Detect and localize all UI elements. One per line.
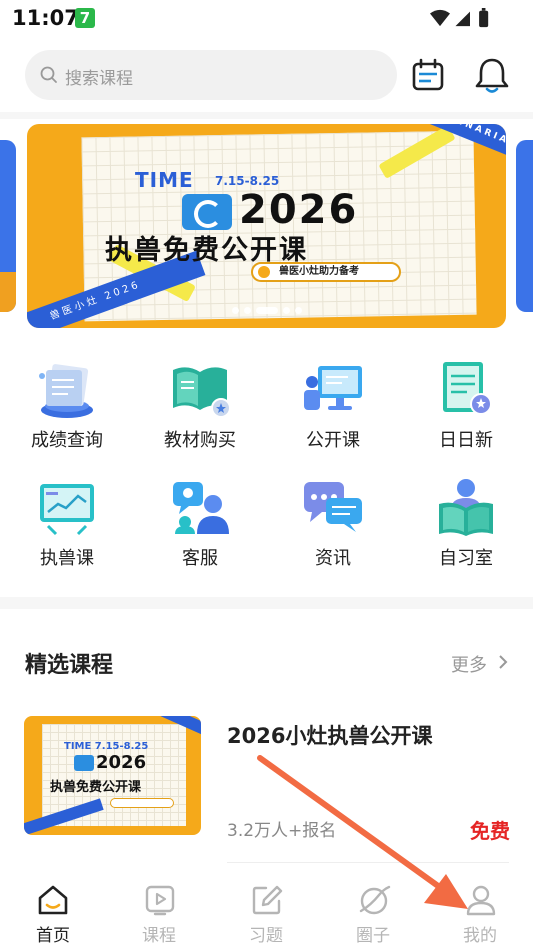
status-icons [430, 8, 489, 28]
home-icon [38, 885, 68, 915]
grid-item-vet-course[interactable]: 执兽课 [12, 470, 122, 580]
carousel-dot[interactable] [282, 307, 290, 314]
course-thumbnail[interactable]: TIME 7.15-8.25 2026 执兽免费公开课 [24, 716, 201, 835]
status-bar: 11:07 7 [0, 0, 533, 38]
battery-icon [479, 10, 489, 28]
course-price: 免费 [470, 819, 510, 843]
grid-label: 执兽课 [40, 548, 94, 569]
status-time: 11:07 [12, 6, 79, 30]
chevron-right-icon[interactable] [497, 654, 509, 670]
nav-label: 课程 [142, 926, 176, 946]
textbook-icon [173, 367, 231, 418]
bell-icon[interactable] [474, 56, 510, 94]
customer-service-icon [173, 482, 229, 534]
search-placeholder: 搜索课程 [65, 69, 133, 89]
header-divider [0, 112, 533, 119]
circle-community-icon [359, 885, 391, 915]
grid-item-open-class[interactable]: 公开课 [278, 352, 388, 462]
section-title: 精选课程 [25, 653, 114, 678]
thumbnail-year: 2026 [96, 752, 147, 773]
carousel-indicator [27, 307, 506, 314]
search-icon [40, 66, 57, 83]
thumbnail-pill [110, 798, 174, 808]
score-query-icon [39, 364, 93, 418]
signal-icon [455, 11, 470, 27]
course-play-icon [145, 885, 175, 916]
carousel-dot[interactable] [231, 307, 239, 314]
grid-item-score-query[interactable]: 成绩查询 [12, 352, 122, 462]
course-card[interactable]: TIME 7.15-8.25 2026 执兽免费公开课 2026小灶执兽公开课 … [24, 716, 510, 843]
grid-label: 公开课 [306, 430, 360, 451]
app-screen: 11:07 7 搜索课程 VETERINARIAN 兽医小灶 [0, 0, 533, 947]
study-room-icon [439, 479, 493, 536]
banner-year: 2026 [239, 187, 359, 233]
banner-date-range: 7.15-8.25 [215, 174, 280, 188]
brand-logo-icon [74, 755, 94, 771]
section-divider [0, 597, 533, 609]
open-class-icon [304, 366, 362, 410]
nav-label: 习题 [249, 926, 283, 946]
nav-tab-exercise[interactable]: 习题 [213, 875, 319, 947]
banner-time-label: TIME [135, 168, 194, 192]
course-enrolled-count: 3.2万人+报名 [227, 821, 337, 841]
grid-item-study-room[interactable]: 自习室 [411, 470, 521, 580]
profile-icon [466, 885, 496, 916]
notification-app-icon: 7 [75, 8, 95, 28]
bottom-nav: 首页 课程 习题 圈子 我的 [0, 875, 533, 947]
vet-course-icon [40, 484, 94, 536]
grid-item-news[interactable]: 资讯 [278, 470, 388, 580]
news-icon [304, 482, 362, 532]
grid-item-customer-service[interactable]: 客服 [145, 470, 255, 580]
search-input[interactable]: 搜索课程 [25, 50, 397, 100]
nav-label: 我的 [463, 926, 497, 946]
course-title[interactable]: 2026小灶执兽公开课 [227, 720, 432, 750]
banner-pill: 兽医小灶助力备考 [251, 262, 401, 282]
banner-next-slide[interactable] [516, 140, 533, 312]
nav-tab-course[interactable]: 课程 [106, 875, 212, 947]
nav-label: 圈子 [356, 926, 390, 946]
exercise-edit-icon [252, 885, 283, 915]
grid-label: 成绩查询 [31, 430, 103, 451]
thumbnail-time: TIME 7.15-8.25 [64, 741, 149, 752]
grid-label: 自习室 [439, 548, 493, 569]
nav-tab-profile[interactable]: 我的 [427, 875, 533, 947]
grid-label: 客服 [182, 548, 218, 569]
grid-label: 日日新 [439, 430, 493, 451]
grid-item-textbook[interactable]: 教材购买 [145, 352, 255, 462]
banner-prev-slide[interactable] [0, 140, 16, 312]
carousel-dot[interactable] [294, 307, 302, 314]
thumbnail-title: 执兽免费公开课 [50, 780, 142, 795]
nav-tab-circle[interactable]: 圈子 [320, 875, 426, 947]
grid-label: 资讯 [315, 548, 351, 569]
nav-label: 首页 [36, 926, 70, 946]
carousel-dot[interactable] [243, 307, 251, 314]
banner-carousel[interactable]: VETERINARIAN 兽医小灶 2026 TIME 7.15-8.25 20… [27, 124, 506, 328]
calendar-icon[interactable] [411, 58, 445, 92]
grid-label: 教材购买 [164, 430, 236, 451]
grid-item-daily-new[interactable]: 日日新 [411, 352, 521, 462]
carousel-dot-active[interactable] [255, 307, 278, 314]
brand-logo-icon [182, 194, 232, 230]
nav-tab-home[interactable]: 首页 [0, 875, 106, 947]
wifi-icon [430, 9, 450, 27]
more-link[interactable]: 更多 [451, 651, 487, 677]
course-divider [227, 862, 509, 863]
daily-new-icon [443, 362, 492, 415]
